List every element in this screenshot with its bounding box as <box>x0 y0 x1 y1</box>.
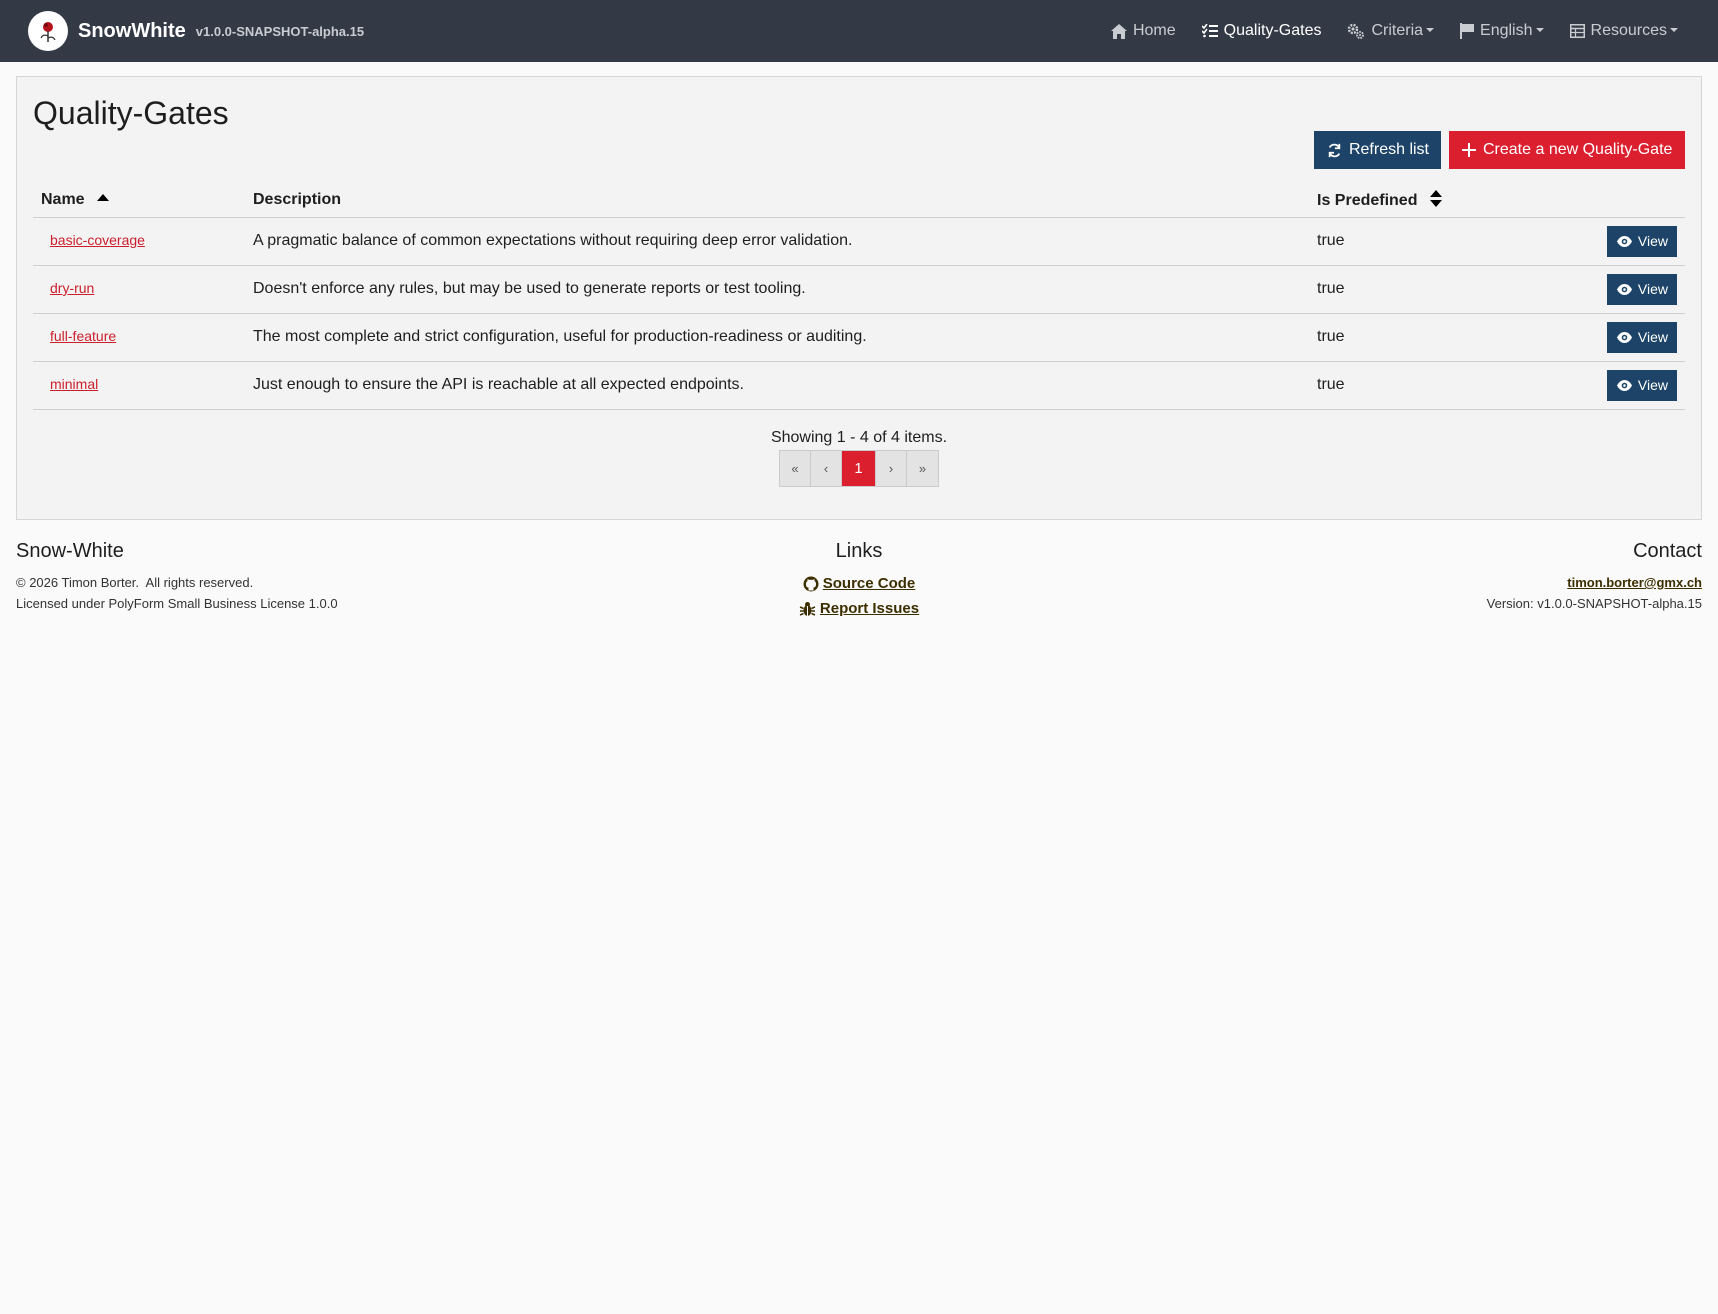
nav-item-home[interactable]: Home <box>1110 22 1176 40</box>
action-cell: View <box>1509 265 1685 314</box>
chevron-down-icon <box>1535 27 1544 32</box>
view-button-label: View <box>1637 233 1668 249</box>
is-predefined-cell: true <box>1309 265 1509 314</box>
is-predefined-cell: true <box>1309 361 1509 410</box>
view-button[interactable]: View <box>1606 321 1677 353</box>
report-issues-label: Report Issues <box>819 600 920 617</box>
refresh-list-label: Refresh list <box>1348 141 1429 158</box>
nav-item-resources-label: Resources <box>1590 22 1667 39</box>
name-cell: dry-run <box>33 265 245 314</box>
nav-item-resources[interactable]: Resources <box>1569 22 1678 40</box>
home-icon <box>1110 23 1127 39</box>
brand-version: v1.0.0-SNAPSHOT-alpha.15 <box>195 24 365 39</box>
gears-icon <box>1348 23 1365 39</box>
view-button[interactable]: View <box>1606 369 1677 401</box>
column-header-description: Description <box>245 183 1309 218</box>
column-header-is-predefined[interactable]: Is Predefined <box>1309 183 1509 218</box>
footer-version-text: Version: v1.0.0-SNAPSHOT-alpha.15 <box>1486 596 1702 611</box>
chevron-down-icon <box>1670 27 1678 32</box>
action-cell: View <box>1509 361 1685 410</box>
nav-item-language-label: English <box>1480 22 1533 39</box>
quality-gate-link[interactable]: basic-coverage <box>50 232 145 248</box>
nav-item-criteria-label: Criteria <box>1371 22 1424 39</box>
quality-gate-link[interactable]: full-feature <box>50 328 116 344</box>
action-cell: View <box>1509 217 1685 266</box>
page-title: Quality-Gates <box>33 95 229 131</box>
quality-gate-link[interactable]: minimal <box>50 376 98 392</box>
create-quality-gate-label: Create a new Quality-Gate <box>1483 141 1673 158</box>
column-header-is-predefined-label: Is Predefined <box>1317 191 1418 209</box>
bug-icon <box>799 602 816 616</box>
is-predefined-cell: true <box>1309 313 1509 362</box>
eye-icon <box>1616 283 1632 295</box>
snowwhite-logo <box>28 11 68 51</box>
plus-icon <box>1462 143 1476 157</box>
table-icon <box>1569 24 1585 38</box>
source-code-label: Source Code <box>822 575 916 592</box>
nav-item-quality-gates-label: Quality-Gates <box>1223 22 1322 39</box>
table-row: basic-coverage A pragmatic balance of co… <box>33 217 1685 266</box>
flag-icon <box>1460 23 1475 39</box>
view-button-label: View <box>1637 281 1668 297</box>
page-first-button[interactable]: « <box>780 451 811 486</box>
view-button[interactable]: View <box>1606 225 1677 257</box>
description-cell: Just enough to ensure the API is reachab… <box>245 361 1309 410</box>
name-cell: full-feature <box>33 313 245 362</box>
quality-gates-card: Quality-Gates Refresh list Create a new … <box>16 76 1702 520</box>
source-code-link[interactable]: Source Code <box>803 572 916 596</box>
refresh-list-button[interactable]: Refresh list <box>1314 131 1441 169</box>
column-header-name[interactable]: Name <box>33 183 245 218</box>
view-button[interactable]: View <box>1606 273 1677 305</box>
nav-item-language[interactable]: English <box>1460 22 1544 40</box>
name-cell: basic-coverage <box>33 217 245 266</box>
nav-item-criteria[interactable]: Criteria <box>1347 22 1435 40</box>
footer-links: Links Source Code Report Issues <box>0 540 1718 622</box>
list-check-icon <box>1201 24 1218 38</box>
nav-item-quality-gates[interactable]: Quality-Gates <box>1201 22 1322 40</box>
refresh-icon <box>1328 143 1341 157</box>
items-summary: Showing 1 - 4 of 4 items. <box>770 429 948 446</box>
nav-items: Home Quality-Gates Criteria English Reso… <box>1085 0 1678 62</box>
footer-contact: Contact timon.borter@gmx.ch Version: v1.… <box>1487 540 1702 614</box>
quality-gates-table: Name Description Is Predefined basic-cov… <box>33 183 1685 410</box>
chevron-down-icon <box>1426 27 1435 32</box>
column-header-description-label: Description <box>253 190 342 208</box>
description-cell: The most complete and strict configurati… <box>245 313 1309 362</box>
quality-gate-link[interactable]: dry-run <box>50 280 94 296</box>
sort-ascending-icon <box>97 193 110 201</box>
eye-icon <box>1616 235 1632 247</box>
is-predefined-cell: true <box>1309 217 1509 266</box>
footer-contact-heading: Contact <box>1633 540 1702 562</box>
view-button-label: View <box>1637 377 1668 393</box>
page-last-button[interactable]: » <box>907 451 938 486</box>
create-quality-gate-button[interactable]: Create a new Quality-Gate <box>1449 131 1685 169</box>
name-cell: minimal <box>33 361 245 410</box>
page-prev-button[interactable]: ‹ <box>811 451 842 486</box>
table-header-row: Name Description Is Predefined <box>33 183 1685 218</box>
table-row: full-feature The most complete and stric… <box>33 313 1685 362</box>
footer-links-heading: Links <box>835 540 883 562</box>
brand[interactable]: SnowWhite v1.0.0-SNAPSHOT-alpha.15 <box>28 11 364 51</box>
brand-name: SnowWhite <box>78 19 186 42</box>
page-current-button[interactable]: 1 <box>842 451 876 486</box>
table-row: minimal Just enough to ensure the API is… <box>33 361 1685 410</box>
pagination: « ‹ 1 › » <box>779 450 939 487</box>
column-header-actions <box>1509 183 1685 218</box>
navbar: SnowWhite v1.0.0-SNAPSHOT-alpha.15 Home … <box>0 0 1718 62</box>
page-next-button[interactable]: › <box>876 451 907 486</box>
eye-icon <box>1616 379 1632 391</box>
view-button-label: View <box>1637 329 1668 345</box>
contact-email-link[interactable]: timon.borter@gmx.ch <box>1567 575 1702 590</box>
eye-icon <box>1616 331 1632 343</box>
table-row: dry-run Doesn't enforce any rules, but m… <box>33 265 1685 314</box>
report-issues-link[interactable]: Report Issues <box>799 597 919 621</box>
nav-item-home-label: Home <box>1132 22 1176 39</box>
description-cell: A pragmatic balance of common expectatio… <box>245 217 1309 266</box>
action-cell: View <box>1509 313 1685 362</box>
github-icon <box>803 576 819 592</box>
column-header-name-label: Name <box>41 190 85 208</box>
description-cell: Doesn't enforce any rules, but may be us… <box>245 265 1309 314</box>
sort-icon <box>1429 189 1442 207</box>
